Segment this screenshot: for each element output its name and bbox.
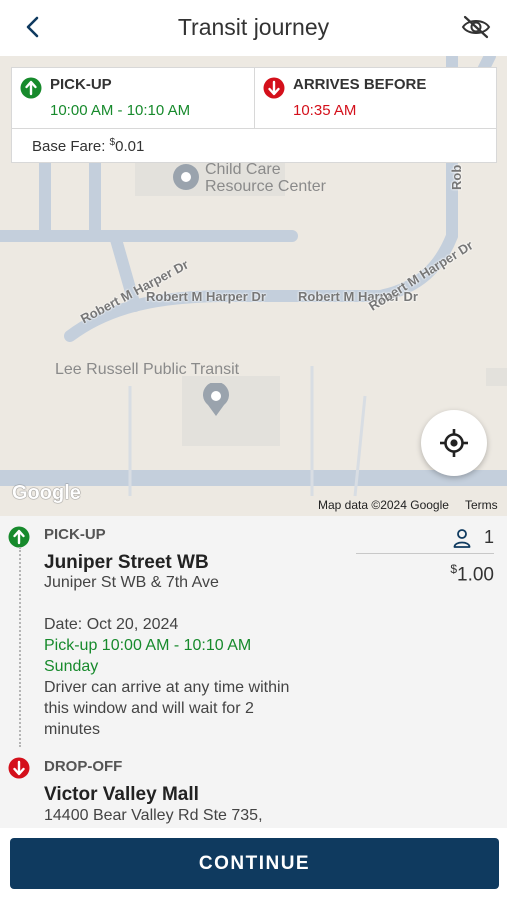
- fare-total: $1.00: [450, 562, 494, 586]
- poi-label-transit: Lee Russell Public Transit: [55, 361, 240, 378]
- pickup-stop-name: Juniper Street WB: [44, 552, 209, 573]
- base-fare: Base Fare: $0.01: [32, 137, 144, 155]
- fare-amount: 1.00: [457, 564, 494, 586]
- dropoff-arrow-icon: [8, 757, 30, 779]
- road-label: Rob: [449, 164, 464, 190]
- card-divider: [12, 128, 496, 129]
- pickup-summary: PICK-UP 10:00 AM - 10:10 AM: [12, 68, 255, 128]
- pickup-note-line1: Driver can arrive at any time within: [44, 679, 290, 696]
- dropoff-stop-address: 14400 Bear Valley Rd Ste 735,: [44, 807, 263, 824]
- person-icon: [453, 529, 471, 548]
- dropoff-arrow-icon: [263, 77, 285, 99]
- fare-currency: $: [450, 562, 458, 576]
- pickup-arrow-icon: [20, 77, 42, 99]
- map-attribution: Map data ©2024 Google: [318, 498, 449, 512]
- pickup-day: Sunday: [44, 658, 99, 675]
- passenger-count-value: 1: [483, 527, 494, 547]
- pickup-window-detail: Pick-up 10:00 AM - 10:10 AM: [44, 637, 252, 654]
- map-pin-icon[interactable]: [171, 162, 201, 192]
- map-pin-icon[interactable]: [201, 381, 231, 416]
- app-header: Transit journey: [0, 0, 507, 56]
- dropoff-type-label: DROP-OFF: [44, 758, 123, 775]
- footer-bar: CONTINUE: [0, 828, 507, 900]
- arrival-summary: ARRIVES BEFORE 10:35 AM: [255, 68, 498, 128]
- pickup-arrow-icon: [8, 526, 30, 548]
- trip-summary-card: PICK-UP 10:00 AM - 10:10 AM ARRIVES BEFO…: [11, 67, 497, 163]
- eye-off-icon: [461, 15, 491, 39]
- crosshair-icon: [440, 429, 468, 457]
- arrives-before-label: ARRIVES BEFORE: [293, 76, 427, 93]
- poi-label-child-care: Child Care Resource Center: [205, 161, 326, 195]
- passenger-count: 1: [356, 524, 494, 554]
- pickup-window: 10:00 AM - 10:10 AM: [50, 102, 191, 119]
- pickup-stop-address: Juniper St WB & 7th Ave: [44, 574, 219, 591]
- pickup-note-line2: this window and will wait for 2: [44, 700, 254, 717]
- hide-map-button[interactable]: [459, 12, 493, 42]
- dropoff-stop-name: Victor Valley Mall: [44, 784, 199, 805]
- continue-button[interactable]: CONTINUE: [10, 838, 499, 889]
- base-fare-label: Base Fare:: [32, 138, 110, 155]
- arrives-before-time: 10:35 AM: [293, 102, 357, 119]
- road-label: Robert M Harper Dr: [146, 289, 266, 304]
- my-location-button[interactable]: [421, 410, 487, 476]
- base-fare-amount: 0.01: [115, 138, 145, 155]
- pickup-label: PICK-UP: [50, 76, 112, 93]
- page-title: Transit journey: [177, 14, 330, 40]
- pickup-type-label: PICK-UP: [44, 526, 106, 543]
- google-logo: Google: [12, 482, 81, 504]
- pickup-date: Date: Oct 20, 2024: [44, 616, 179, 633]
- pickup-note-line3: minutes: [44, 721, 101, 738]
- route-connector: [19, 547, 21, 747]
- map-terms-link[interactable]: Terms: [465, 498, 498, 512]
